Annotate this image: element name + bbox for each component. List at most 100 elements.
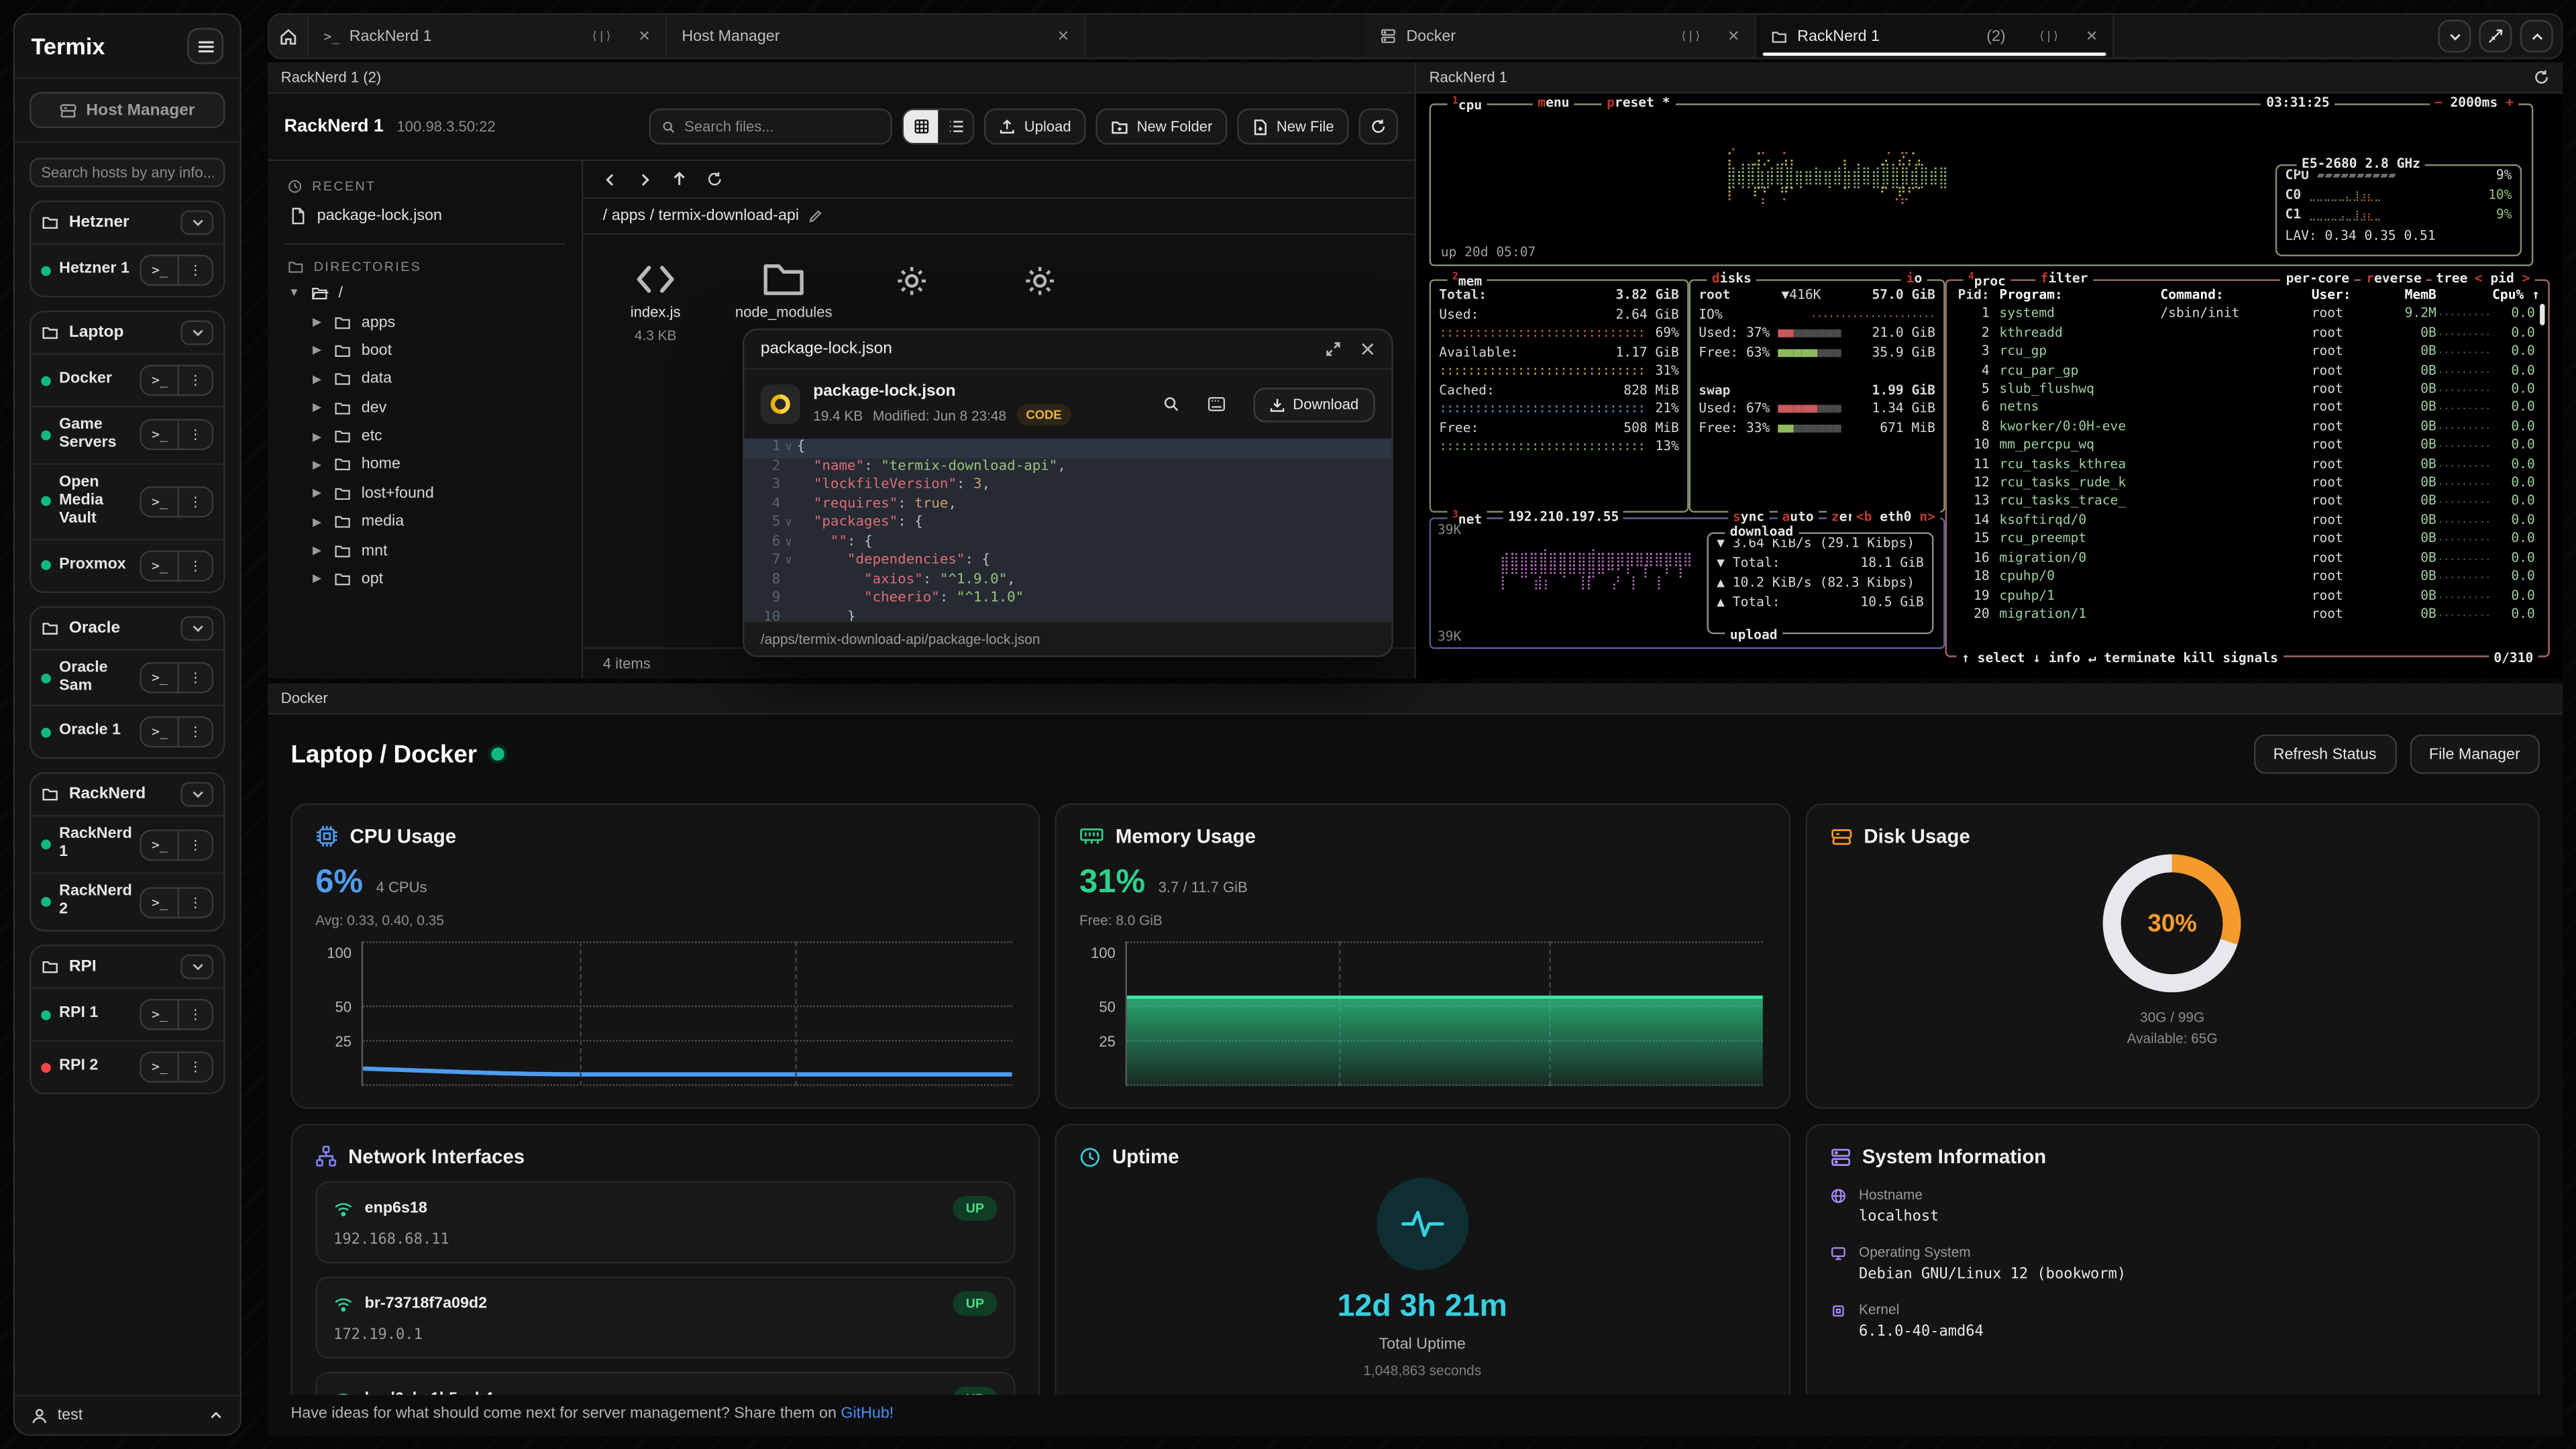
- host-menu-button[interactable]: ⋮: [177, 366, 211, 394]
- process-row[interactable]: 12rcu_tasks_rude_kroot0B.........0.0: [1947, 473, 2548, 492]
- sidebar-user-row[interactable]: test: [15, 1395, 240, 1434]
- split-tab-icon[interactable]: ⟨|⟩: [591, 30, 612, 43]
- tab-scroll-down-button[interactable]: [2438, 19, 2471, 52]
- group-collapse-button[interactable]: [180, 321, 213, 345]
- tree-item-home[interactable]: ▶home: [268, 451, 582, 480]
- process-row[interactable]: 20migration/1root0B.........0.0: [1947, 604, 2548, 623]
- group-header[interactable]: RackNerd: [32, 775, 224, 816]
- host-row[interactable]: Game Servers>_⋮: [32, 406, 224, 463]
- file-item-node_modules[interactable]: node_modules: [741, 261, 826, 320]
- back-icon[interactable]: [603, 172, 618, 186]
- open-terminal-button[interactable]: >_: [142, 421, 177, 449]
- tree-item-apps[interactable]: ▶apps: [268, 308, 582, 337]
- refresh-files-button[interactable]: [1358, 109, 1398, 145]
- new-folder-button[interactable]: New Folder: [1095, 109, 1227, 145]
- host-menu-button[interactable]: ⋮: [177, 1001, 211, 1029]
- host-menu-button[interactable]: ⋮: [177, 888, 211, 916]
- group-collapse-button[interactable]: [180, 955, 213, 979]
- refresh-status-button[interactable]: Refresh Status: [2253, 735, 2396, 774]
- file-search[interactable]: [649, 109, 892, 145]
- host-row[interactable]: RPI 1>_⋮: [32, 987, 224, 1040]
- process-row[interactable]: 2kthreaddroot0B.........0.0: [1947, 323, 2548, 342]
- group-header[interactable]: Laptop: [32, 312, 224, 353]
- close-tab-icon[interactable]: ✕: [1727, 27, 1739, 45]
- host-row[interactable]: Proxmox>_⋮: [32, 538, 224, 590]
- tab-racknerd-1[interactable]: >_RackNerd 1⟨|⟩✕: [309, 15, 667, 58]
- download-button[interactable]: Download: [1253, 387, 1375, 421]
- reconnect-icon[interactable]: [2533, 69, 2549, 85]
- host-row[interactable]: Oracle Sam>_⋮: [32, 648, 224, 705]
- open-terminal-button[interactable]: >_: [142, 366, 177, 394]
- process-row[interactable]: 10mm_percpu_wqroot0B.........0.0: [1947, 436, 2548, 455]
- up-icon[interactable]: [672, 171, 687, 187]
- tree-item-etc[interactable]: ▶etc: [268, 422, 582, 451]
- open-terminal-button[interactable]: >_: [142, 718, 177, 747]
- upload-button[interactable]: Upload: [985, 109, 1086, 145]
- process-row[interactable]: 1systemd/sbin/initroot9.2M.........0.0: [1947, 305, 2548, 323]
- host-menu-button[interactable]: ⋮: [177, 421, 211, 449]
- group-header[interactable]: RPI: [32, 947, 224, 987]
- list-view-button[interactable]: [938, 110, 973, 143]
- group-collapse-button[interactable]: [180, 783, 213, 808]
- host-row[interactable]: Docker>_⋮: [32, 354, 224, 406]
- host-row[interactable]: Open Media Vault>_⋮: [32, 463, 224, 538]
- process-row[interactable]: 13rcu_tasks_trace_root0B.........0.0: [1947, 492, 2548, 511]
- breadcrumb[interactable]: / apps / termix-download-api: [603, 207, 799, 225]
- open-terminal-button[interactable]: >_: [142, 551, 177, 580]
- host-menu-button[interactable]: ⋮: [177, 551, 211, 580]
- interface-enp6s18[interactable]: enp6s18UP192.168.68.11: [315, 1181, 1015, 1263]
- host-menu-button[interactable]: ⋮: [177, 256, 211, 284]
- group-header[interactable]: Hetzner: [32, 202, 224, 243]
- code-search-button[interactable]: [1163, 396, 1179, 412]
- file-item-index.js[interactable]: index.js4.3 KB: [612, 261, 698, 343]
- expand-modal-button[interactable]: [1326, 341, 1340, 356]
- host-menu-button[interactable]: ⋮: [177, 1053, 211, 1081]
- open-terminal-button[interactable]: >_: [142, 888, 177, 916]
- host-row[interactable]: RackNerd 2>_⋮: [32, 873, 224, 930]
- process-row[interactable]: 11rcu_tasks_kthrearoot0B.........0.0: [1947, 455, 2548, 474]
- group-collapse-button[interactable]: [180, 210, 213, 235]
- process-row[interactable]: 3rcu_gproot0B.........0.0: [1947, 342, 2548, 361]
- file-item[interactable]: [869, 261, 955, 307]
- tree-item-media[interactable]: ▶media: [268, 508, 582, 537]
- process-row[interactable]: 6netnsroot0B.........0.0: [1947, 398, 2548, 417]
- tree-item-mnt[interactable]: ▶mnt: [268, 536, 582, 565]
- host-search-input[interactable]: [30, 158, 225, 187]
- host-menu-button[interactable]: ⋮: [177, 718, 211, 747]
- close-tab-icon[interactable]: ✕: [1057, 27, 1069, 45]
- host-row[interactable]: RackNerd 1>_⋮: [32, 816, 224, 873]
- close-tab-icon[interactable]: ✕: [2086, 27, 2098, 45]
- docker-file-manager-button[interactable]: File Manager: [2410, 735, 2540, 774]
- refresh-icon[interactable]: [706, 171, 722, 187]
- split-tab-icon[interactable]: ⟨|⟩: [2039, 30, 2059, 43]
- tree-item-data[interactable]: ▶data: [268, 365, 582, 394]
- fold-arrow-icon[interactable]: ∨: [780, 515, 796, 533]
- group-collapse-button[interactable]: [180, 615, 213, 640]
- file-search-input[interactable]: [684, 118, 879, 134]
- process-row[interactable]: 18cpuhp/0root0B.........0.0: [1947, 567, 2548, 586]
- process-row[interactable]: 4rcu_par_gproot0B.........0.0: [1947, 361, 2548, 380]
- process-row[interactable]: 14ksoftirqd/0root0B.........0.0: [1947, 511, 2548, 529]
- file-item[interactable]: [998, 261, 1083, 307]
- host-menu-button[interactable]: ⋮: [177, 488, 211, 516]
- tree-item-dev[interactable]: ▶dev: [268, 394, 582, 423]
- github-link[interactable]: GitHub!: [841, 1405, 894, 1423]
- tree-item-boot[interactable]: ▶boot: [268, 336, 582, 365]
- open-terminal-button[interactable]: >_: [142, 831, 177, 859]
- host-menu-button[interactable]: ⋮: [177, 663, 211, 692]
- fold-arrow-icon[interactable]: ∨: [780, 533, 796, 552]
- interface-br-73718f7a09d2[interactable]: br-73718f7a09d2UP172.19.0.1: [315, 1277, 1015, 1358]
- open-terminal-button[interactable]: >_: [142, 663, 177, 692]
- tab-docker[interactable]: Docker⟨|⟩✕: [1365, 15, 1756, 58]
- split-tab-icon[interactable]: ⟨|⟩: [1680, 30, 1701, 43]
- group-header[interactable]: Oracle: [32, 607, 224, 648]
- process-row[interactable]: 15rcu_preemptroot0B.........0.0: [1947, 529, 2548, 548]
- fold-arrow-icon[interactable]: ∨: [780, 552, 796, 571]
- terminal-screen[interactable]: 1cpu menu preset * 03:31:25 − 2000ms + ⠠…: [1416, 94, 2563, 679]
- tree-item-lost+found[interactable]: ▶lost+found: [268, 479, 582, 508]
- recent-file-item[interactable]: package-lock.json: [268, 199, 582, 233]
- open-terminal-button[interactable]: >_: [142, 1053, 177, 1081]
- process-row[interactable]: 19cpuhp/1root0B.........0.0: [1947, 586, 2548, 604]
- host-row[interactable]: Hetzner 1>_⋮: [32, 243, 224, 295]
- host-menu-button[interactable]: ⋮: [177, 831, 211, 859]
